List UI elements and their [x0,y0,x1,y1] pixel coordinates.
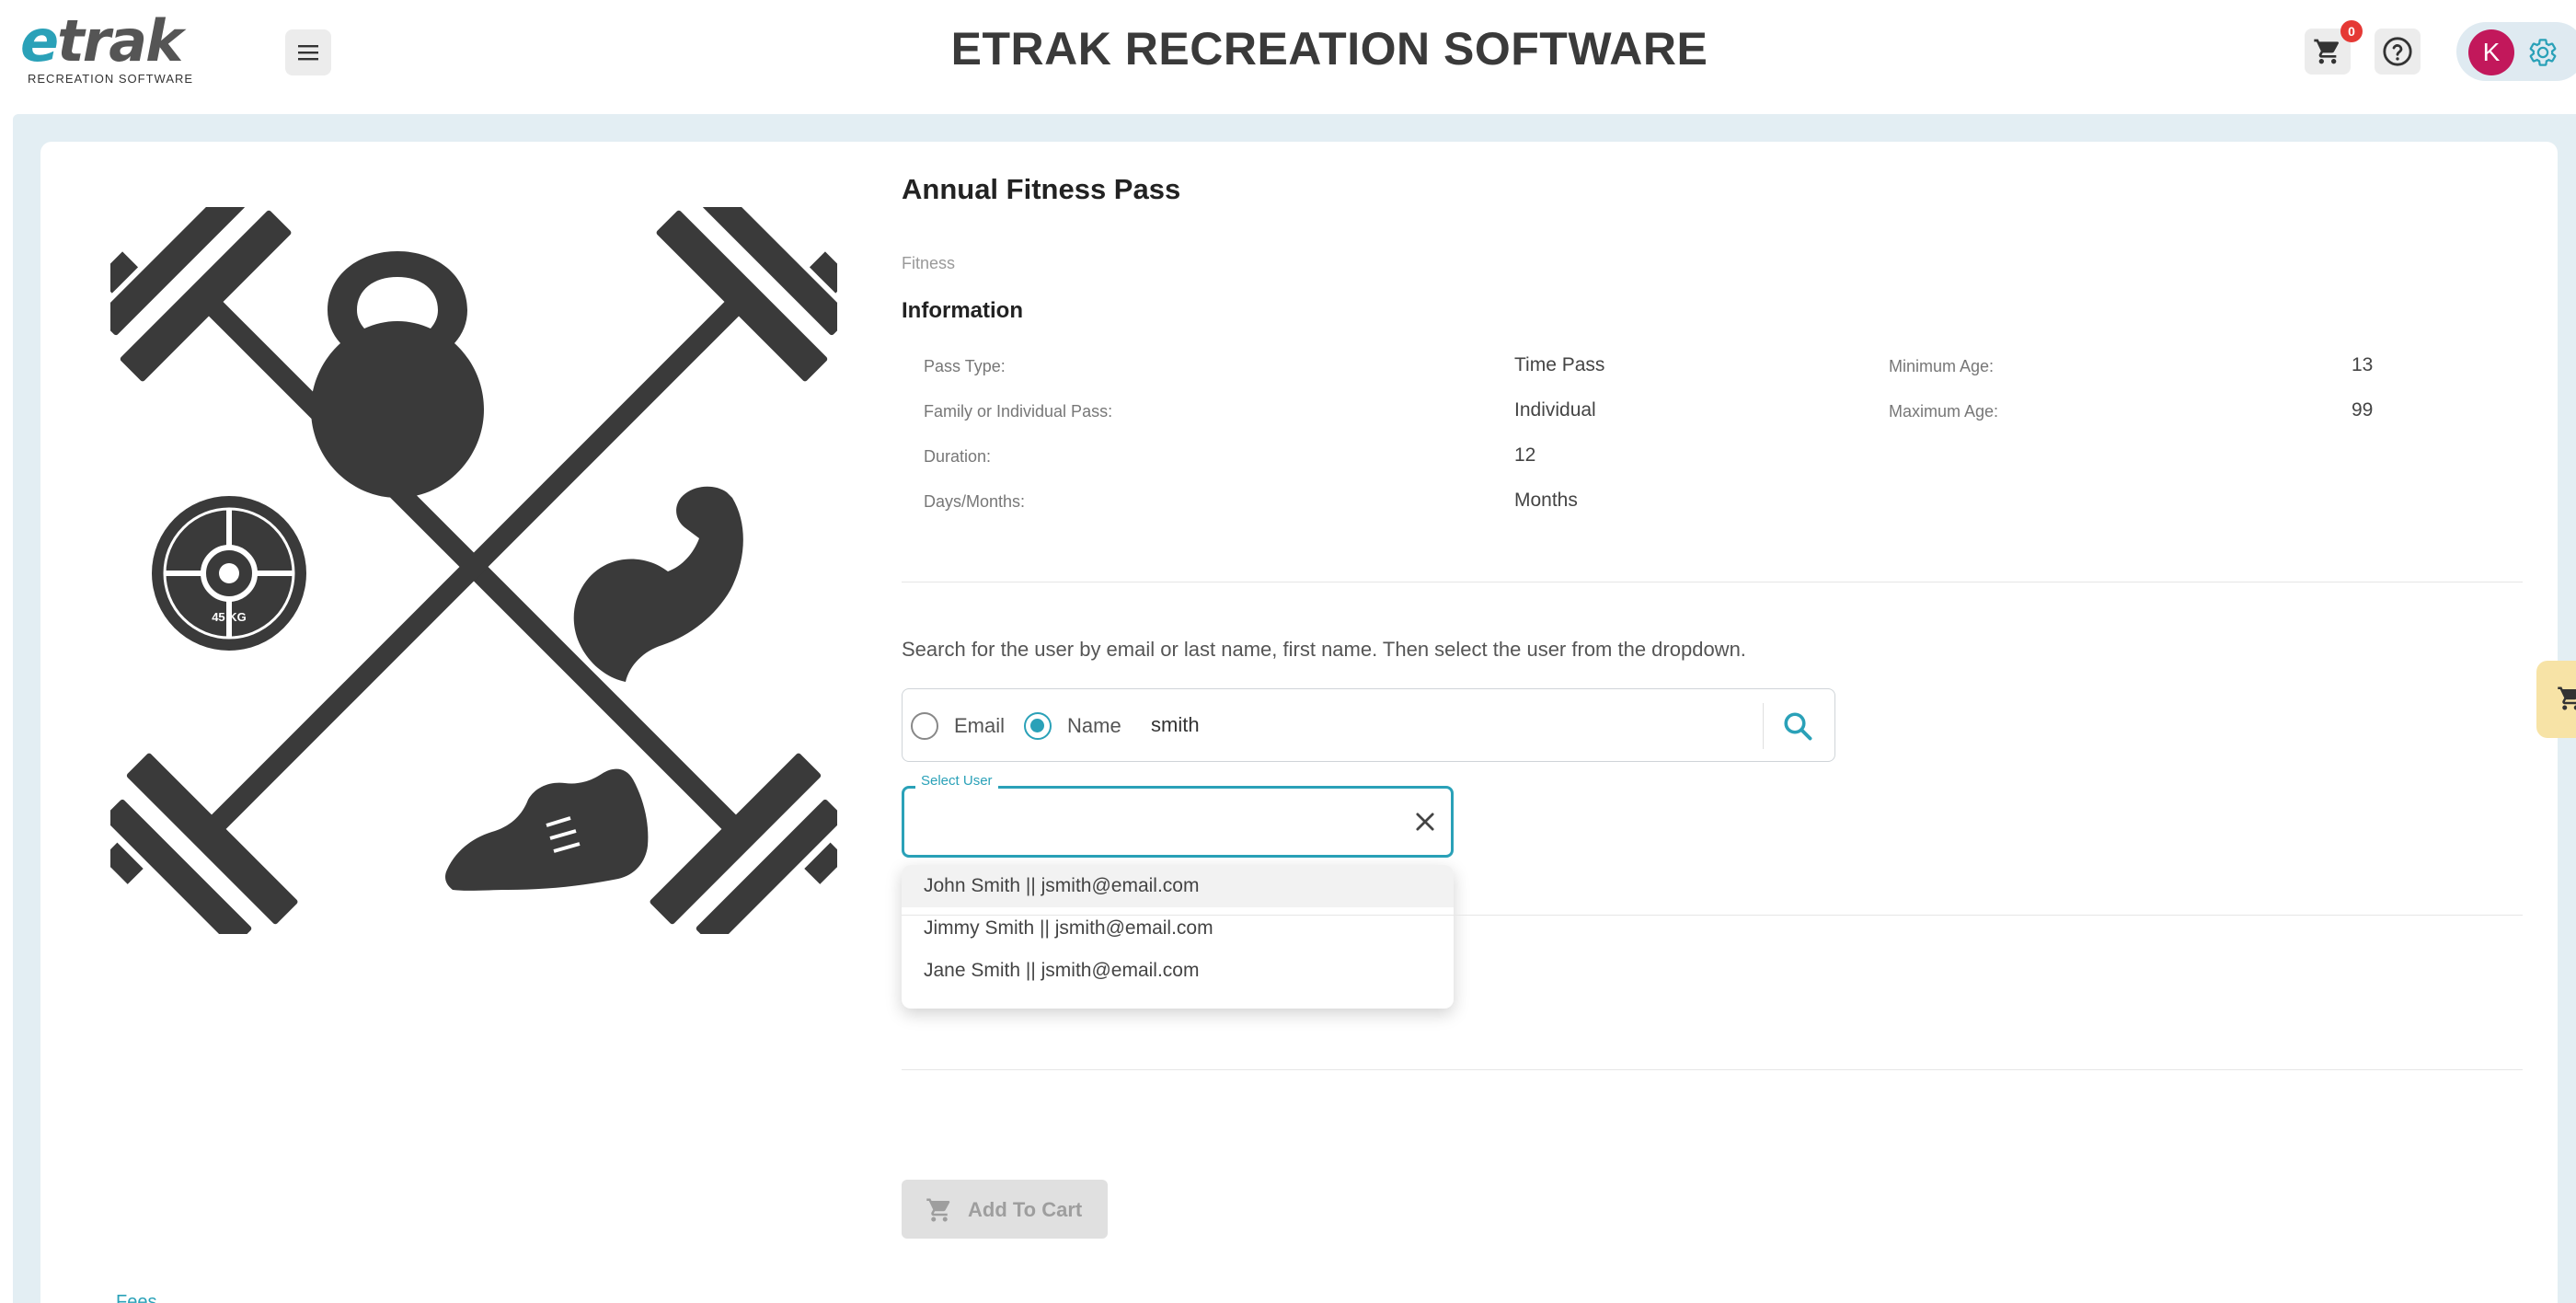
search-icon[interactable] [1781,709,1814,743]
floating-cart-tab[interactable] [2536,661,2576,738]
help-button[interactable] [2375,29,2421,75]
dropdown-option[interactable]: John Smith || jsmith@email.com [902,865,1454,907]
select-user-input[interactable] [902,786,1454,858]
avatar[interactable]: K [2468,29,2514,75]
email-radio[interactable] [911,712,938,740]
gear-icon[interactable] [2527,37,2559,68]
add-to-cart-label: Add To Cart [968,1198,1083,1221]
fees-link[interactable]: Fees [116,1292,156,1303]
user-search-box: Email Name smith [902,688,1835,762]
days-months-label: Days/Months: [924,492,1026,511]
maximum-age-label: Maximum Age: [1889,402,1999,421]
cart-icon [2558,686,2576,710]
add-to-cart-button[interactable]: Add To Cart [902,1180,1108,1239]
family-individual-value: Individual [1514,399,1596,421]
search-separator [1763,703,1764,749]
family-individual-label: Family or Individual Pass: [924,402,1113,421]
pass-category: Fitness [902,254,956,272]
close-icon[interactable] [1412,809,1438,835]
divider [902,915,2523,916]
plate-label: 45 KG [212,610,247,624]
pass-type-label: Pass Type: [924,357,1006,375]
name-radio[interactable] [1024,712,1052,740]
information-heading: Information [902,298,1023,323]
cart-icon [2314,39,2340,64]
pass-type-value: Time Pass [1514,354,1605,375]
cart-count-badge: 0 [2340,20,2363,42]
dropdown-option[interactable]: Jane Smith || jsmith@email.com [902,950,1454,992]
divider [902,1069,2523,1070]
duration-label: Duration: [924,447,992,466]
pass-title: Annual Fitness Pass [902,173,1181,205]
maximum-age-value: 99 [2352,399,2374,421]
days-months-value: Months [1514,490,1578,511]
minimum-age-value: 13 [2352,354,2374,375]
fitness-illustration: 45 KG [110,207,837,934]
app-title: ETRAK RECREATION SOFTWARE [950,23,1708,75]
dropdown-option[interactable]: Jimmy Smith || jsmith@email.com [902,907,1454,950]
minimum-age-label: Minimum Age: [1889,357,1995,375]
email-radio-label[interactable]: Email [954,714,1005,738]
search-instructions: Search for the user by email or last nam… [902,638,1746,661]
name-radio-label[interactable]: Name [1067,714,1121,738]
duration-value: 12 [1514,444,1536,466]
search-input[interactable]: smith [1151,713,1200,737]
cart-icon [926,1198,950,1222]
help-icon [2383,37,2412,66]
app-header: etrak RECREATION SOFTWARE ETRAK RECREATI… [0,0,2576,103]
user-dropdown: John Smith || jsmith@email.com Jimmy Smi… [902,865,1454,1009]
select-user-label: Select User [915,773,998,789]
